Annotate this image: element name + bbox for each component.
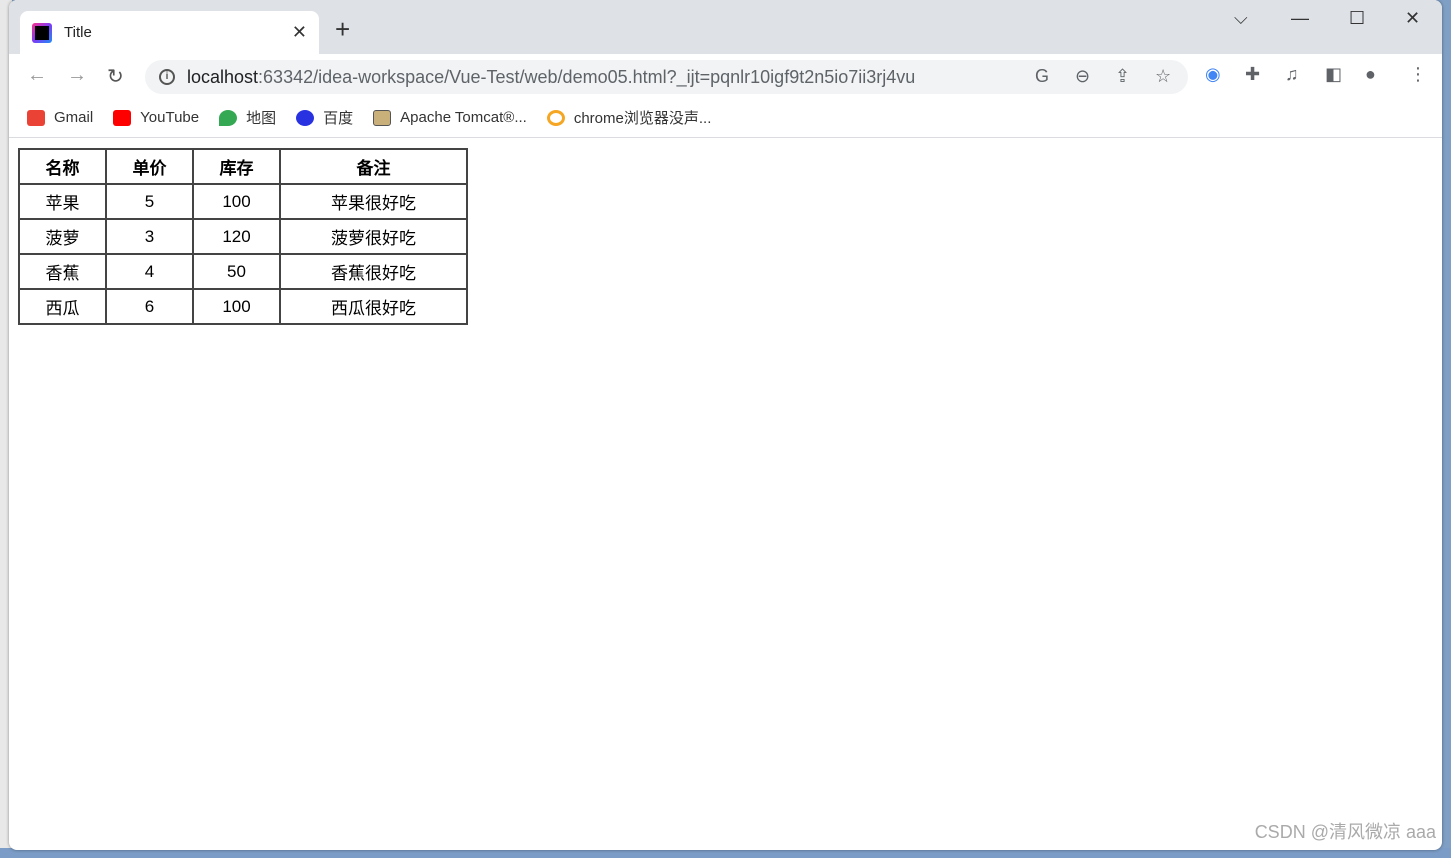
chrome-extension-icon[interactable]: ◉ <box>1205 64 1221 85</box>
bookmark-baidu[interactable]: 百度 <box>296 107 353 128</box>
close-tab-icon[interactable]: ✕ <box>292 22 307 43</box>
cell: 菠萝很好吃 <box>279 218 468 255</box>
cell: 100 <box>192 288 281 325</box>
cell: 100 <box>192 183 281 220</box>
toolbar: ← → ↻ i localhost:63342/idea-workspace/V… <box>9 54 1442 98</box>
tab-active[interactable]: Title ✕ <box>20 11 319 54</box>
back-icon[interactable]: ← <box>27 64 47 87</box>
baidu-paw-icon <box>296 109 315 126</box>
cell: 苹果 <box>18 183 107 220</box>
profile-avatar-icon[interactable]: ● <box>1365 64 1376 85</box>
gmail-icon <box>27 109 45 126</box>
cell: 4 <box>105 253 194 290</box>
url-host: localhost <box>187 66 259 87</box>
header-note: 备注 <box>279 148 468 185</box>
browser-window: Title ✕ + ⌵ — ☐ ✕ ← → ↻ i localhost:6334… <box>9 0 1442 850</box>
url-path: :63342/idea-workspace/Vue-Test/web/demo0… <box>258 66 916 87</box>
share-icon[interactable]: ⇪ <box>1115 66 1130 87</box>
close-window-icon[interactable]: ✕ <box>1405 8 1420 29</box>
tab-strip: Title ✕ + ⌵ — ☐ ✕ <box>9 0 1442 54</box>
address-bar[interactable]: i localhost:63342/idea-workspace/Vue-Tes… <box>145 60 1188 94</box>
table-row: 菠萝 3 120 菠萝很好吃 <box>18 218 468 255</box>
smiley-icon <box>546 109 565 126</box>
cell: 5 <box>105 183 194 220</box>
page-content: 名称 单价 库存 备注 苹果 5 100 苹果很好吃 菠萝 3 120 菠萝很好吃 香蕉 4 5… <box>9 138 1442 848</box>
fruit-table: 名称 单价 库存 备注 苹果 5 100 苹果很好吃 菠萝 3 120 菠萝很好吃 香蕉 4 5… <box>18 148 468 325</box>
cell: 西瓜 <box>18 288 107 325</box>
bookmark-maps[interactable]: 地图 <box>219 107 276 128</box>
youtube-icon <box>113 109 132 126</box>
tab-title: Title <box>64 24 92 41</box>
site-info-icon[interactable]: i <box>159 69 175 85</box>
cell: 香蕉很好吃 <box>279 253 468 290</box>
cell: 120 <box>192 218 281 255</box>
maximize-icon[interactable]: ☐ <box>1349 8 1365 29</box>
translate-icon[interactable]: G <box>1035 66 1049 87</box>
header-stock: 库存 <box>192 148 281 185</box>
new-tab-icon[interactable]: + <box>335 16 350 42</box>
forward-icon[interactable]: → <box>67 64 87 87</box>
bookmark-tomcat[interactable]: Apache Tomcat®... <box>373 109 527 126</box>
minimize-icon[interactable]: — <box>1291 8 1309 29</box>
cell: 50 <box>192 253 281 290</box>
header-price: 单价 <box>105 148 194 185</box>
cell: 西瓜很好吃 <box>279 288 468 325</box>
reload-icon[interactable]: ↻ <box>107 64 124 89</box>
bookmark-gmail[interactable]: Gmail <box>27 109 93 126</box>
table-row: 西瓜 6 100 西瓜很好吃 <box>18 288 468 325</box>
extensions-puzzle-icon[interactable]: ✚ <box>1245 64 1260 85</box>
bookmarks-bar: Gmail YouTube 地图 百度 Apache Tomcat®... ch… <box>9 98 1442 138</box>
watermark: CSDN @清风微凉 aaa <box>1254 822 1436 842</box>
bookmark-youtube[interactable]: YouTube <box>113 109 199 126</box>
bookmark-chrome-sound[interactable]: chrome浏览器没声... <box>546 107 711 128</box>
cell: 香蕉 <box>18 253 107 290</box>
cell: 3 <box>105 218 194 255</box>
bookmark-star-icon[interactable]: ☆ <box>1155 66 1171 87</box>
table-row: 苹果 5 100 苹果很好吃 <box>18 183 468 220</box>
zoom-out-icon[interactable]: ⊖ <box>1075 66 1090 87</box>
media-control-icon[interactable]: ♫ <box>1285 64 1299 85</box>
intellij-favicon-icon <box>32 22 52 43</box>
table-row: 香蕉 4 50 香蕉很好吃 <box>18 253 468 290</box>
cell: 苹果很好吃 <box>279 183 468 220</box>
tomcat-icon <box>373 109 392 126</box>
cell: 菠萝 <box>18 218 107 255</box>
menu-kebab-icon[interactable]: ⋮ <box>1409 64 1427 85</box>
maps-pin-icon <box>219 109 238 126</box>
tab-search-chevron-icon[interactable]: ⌵ <box>1234 8 1248 29</box>
header-name: 名称 <box>18 148 107 185</box>
cell: 6 <box>105 288 194 325</box>
table-header-row: 名称 单价 库存 备注 <box>18 148 468 185</box>
side-panel-icon[interactable]: ◧ <box>1325 64 1342 85</box>
